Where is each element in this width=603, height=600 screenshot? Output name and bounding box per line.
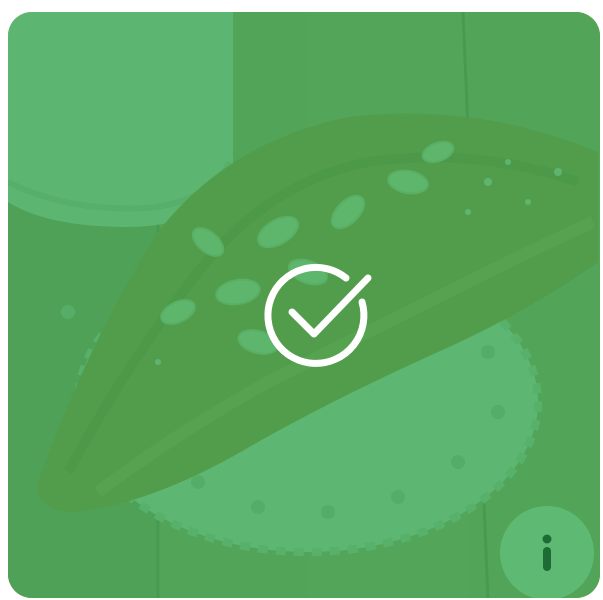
info-icon (542, 534, 552, 571)
check-circle-icon (264, 263, 372, 367)
selected-photo-card[interactable] (8, 12, 600, 598)
info-button[interactable] (500, 506, 594, 598)
